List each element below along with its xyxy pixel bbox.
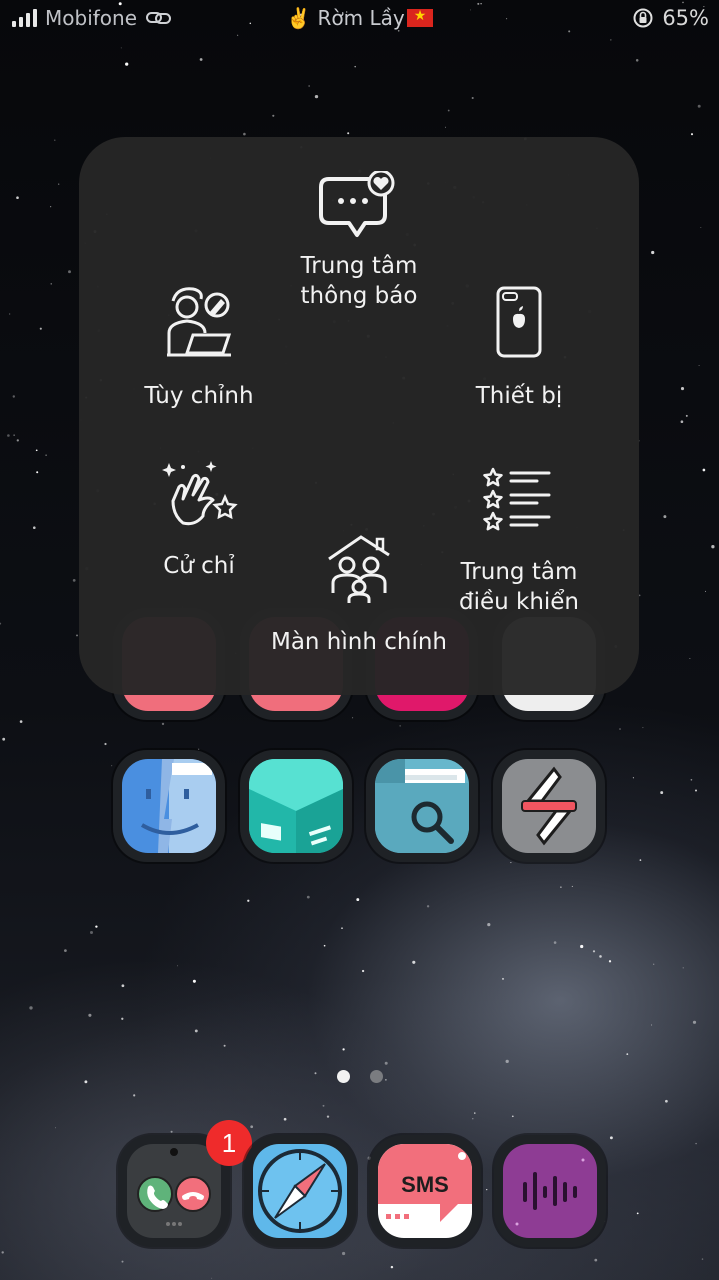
- menu-item-customize[interactable]: Tùy chỉnh: [119, 285, 279, 411]
- phone-icon: [137, 1148, 211, 1226]
- chat-bubble-heart-icon: [319, 171, 395, 237]
- status-bar: Mobifone ✌️ Rờm Lầy 65%: [0, 0, 719, 42]
- sms-app-icon[interactable]: SMS: [369, 1135, 481, 1247]
- finder-icon: [140, 759, 216, 853]
- box-app-icon[interactable]: [240, 750, 352, 862]
- home-screen-label: Màn hình chính: [270, 629, 448, 655]
- family-home-icon: [328, 535, 390, 603]
- page-dot-1[interactable]: [336, 1070, 350, 1083]
- menu-item-control-center[interactable]: Trung tâm điều khiển: [439, 467, 599, 617]
- voice-memo-app-icon[interactable]: [494, 1135, 606, 1247]
- star-list-icon: [483, 467, 551, 531]
- person-laptop-icon: [167, 287, 232, 357]
- rotation-lock-icon: [633, 8, 653, 28]
- customize-label: Tùy chỉnh: [144, 383, 254, 409]
- folder-search-icon: [375, 759, 469, 853]
- menu-item-device[interactable]: Thiết bị: [439, 285, 599, 411]
- sms-label: SMS: [401, 1172, 449, 1197]
- battery-area: 65%: [632, 6, 709, 30]
- s-logo-app-icon[interactable]: [493, 750, 605, 862]
- notification-center-label-1: Trung tâm: [300, 253, 418, 279]
- compass-icon: [258, 1149, 342, 1233]
- files-app-icon[interactable]: [366, 750, 478, 862]
- cube-icon: [249, 759, 343, 853]
- notification-center-label-2: thông báo: [300, 283, 418, 309]
- page-dot-2[interactable]: [369, 1070, 383, 1083]
- control-center-label-2: điều khiển: [458, 589, 580, 615]
- device-label: Thiết bị: [475, 383, 563, 409]
- menu-item-home-screen[interactable]: Màn hình chính: [249, 533, 469, 657]
- finder-app-icon[interactable]: [113, 750, 225, 862]
- vietnam-flag-icon: [406, 8, 433, 27]
- assistive-touch-menu: Trung tâm thông báo Tùy chỉnh Thiết bị C…: [79, 137, 639, 695]
- s-logo-icon: [521, 766, 577, 846]
- control-center-label-1: Trung tâm: [460, 559, 578, 585]
- menu-item-notification-center[interactable]: Trung tâm thông báo: [279, 171, 439, 311]
- audio-wave-icon: [515, 1158, 585, 1226]
- safari-app-icon[interactable]: [244, 1135, 356, 1247]
- owner-name-label: ✌️ Rờm Lầy: [0, 6, 719, 30]
- sparkle-hand-icon: [162, 461, 238, 526]
- iphone-icon: [496, 286, 542, 358]
- battery-percent: 65%: [662, 6, 709, 30]
- page-indicator[interactable]: [0, 1070, 719, 1083]
